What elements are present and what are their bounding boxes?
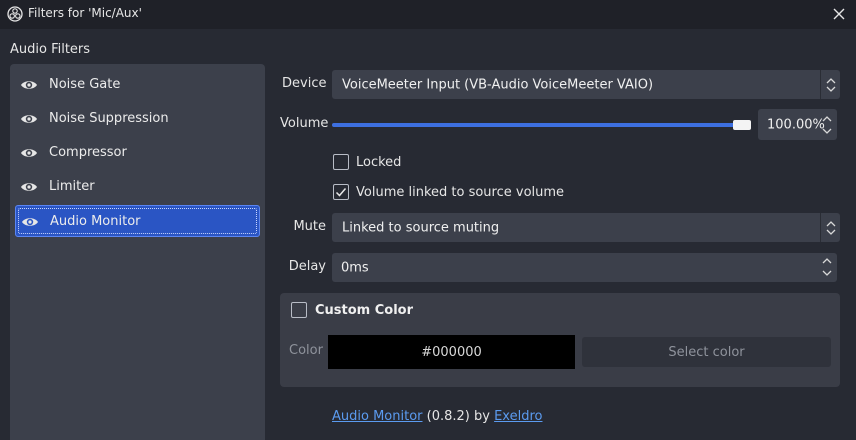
filter-item-limiter[interactable]: Limiter — [15, 171, 260, 203]
dropdown-arrows — [820, 70, 840, 99]
select-color-label: Select color — [668, 344, 745, 360]
filter-item-label: Audio Monitor — [50, 214, 141, 229]
filter-item-label: Noise Gate — [49, 77, 121, 92]
color-label: Color — [289, 343, 323, 358]
filter-list: Noise Gate Noise Suppression Compressor … — [10, 64, 265, 440]
close-button[interactable] — [824, 0, 854, 28]
eye-icon[interactable] — [21, 214, 39, 230]
volume-decrement-button[interactable] — [821, 125, 833, 137]
filter-item-label: Noise Suppression — [49, 111, 169, 126]
window-title: Filters for 'Mic/Aux' — [28, 6, 142, 20]
device-dropdown[interactable]: VoiceMeeter Input (VB-Audio VoiceMeeter … — [332, 70, 840, 99]
select-color-button[interactable]: Select color — [582, 337, 831, 367]
mute-value: Linked to source muting — [342, 220, 500, 235]
chevron-down-icon — [826, 229, 835, 235]
custom-color-group: Custom Color Color #000000 Select color — [280, 293, 840, 387]
locked-label[interactable]: Locked — [356, 155, 401, 170]
delay-spinbox[interactable]: 0ms — [332, 253, 837, 282]
volume-linked-checkbox[interactable] — [333, 184, 349, 200]
volume-linked-label[interactable]: Volume linked to source volume — [356, 185, 564, 200]
volume-spinbox[interactable]: 100.00% — [758, 109, 837, 140]
plugin-link[interactable]: Audio Monitor — [332, 409, 423, 424]
volume-slider-handle[interactable] — [733, 120, 751, 130]
version-text: (0.8.2) by — [426, 409, 490, 424]
eye-icon[interactable] — [20, 111, 38, 127]
custom-color-checkbox[interactable] — [291, 302, 307, 318]
spin-buttons — [821, 113, 833, 137]
device-label: Device — [282, 76, 327, 91]
custom-color-title[interactable]: Custom Color — [315, 303, 413, 318]
volume-slider[interactable] — [332, 123, 744, 127]
filter-item-noise-gate[interactable]: Noise Gate — [15, 69, 260, 101]
chevron-up-icon — [826, 220, 835, 226]
plugin-footer: Audio Monitor (0.8.2) by Exeldro — [332, 409, 542, 424]
volume-value: 100.00% — [767, 117, 825, 132]
dropdown-arrows — [820, 213, 840, 242]
filter-item-label: Limiter — [49, 179, 95, 194]
filter-item-compressor[interactable]: Compressor — [15, 137, 260, 169]
checkmark-icon — [335, 188, 347, 197]
chevron-down-icon — [822, 270, 832, 276]
mute-label: Mute — [293, 219, 326, 234]
close-icon — [833, 8, 845, 20]
author-link[interactable]: Exeldro — [494, 409, 542, 424]
device-value: VoiceMeeter Input (VB-Audio VoiceMeeter … — [342, 77, 654, 92]
color-hex-value: #000000 — [421, 344, 482, 360]
locked-checkbox[interactable] — [333, 154, 349, 170]
filter-item-label: Compressor — [49, 145, 127, 160]
audio-filters-heading: Audio Filters — [10, 42, 91, 57]
mute-dropdown[interactable]: Linked to source muting — [332, 213, 840, 242]
spin-buttons — [821, 255, 833, 279]
chevron-down-icon — [822, 128, 832, 134]
color-swatch: #000000 — [328, 335, 575, 369]
delay-value: 0ms — [341, 260, 369, 275]
eye-icon[interactable] — [20, 179, 38, 195]
eye-icon[interactable] — [20, 145, 38, 161]
obs-logo-icon — [7, 6, 23, 22]
filter-item-noise-suppression[interactable]: Noise Suppression — [15, 103, 260, 135]
delay-label: Delay — [288, 259, 326, 274]
chevron-up-icon — [822, 116, 832, 122]
delay-decrement-button[interactable] — [821, 267, 833, 279]
volume-label: Volume — [280, 116, 329, 131]
chevron-down-icon — [826, 86, 835, 92]
filter-item-audio-monitor[interactable]: Audio Monitor — [15, 205, 260, 237]
eye-icon[interactable] — [20, 77, 38, 93]
delay-increment-button[interactable] — [821, 255, 833, 267]
title-bar: Filters for 'Mic/Aux' — [0, 0, 856, 29]
volume-increment-button[interactable] — [821, 113, 833, 125]
chevron-up-icon — [826, 77, 835, 83]
chevron-up-icon — [822, 258, 832, 264]
